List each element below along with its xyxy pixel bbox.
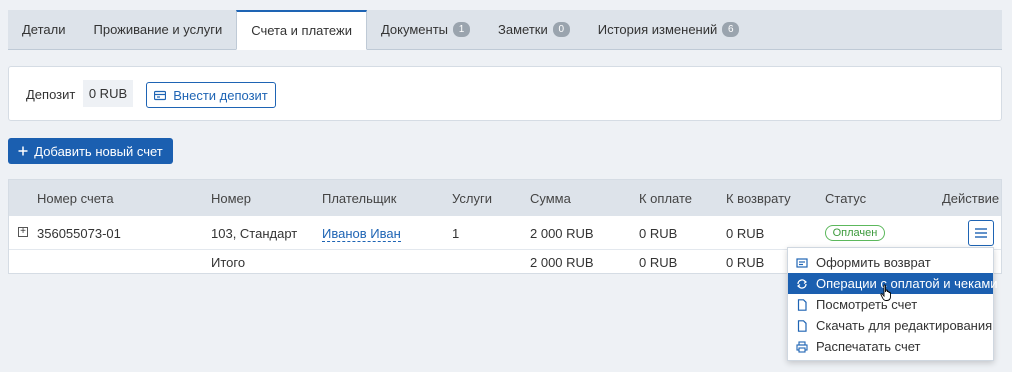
action-menu-button[interactable] [968,220,994,246]
total-label: Итого [211,255,246,270]
tab-history[interactable]: История изменений 6 [584,10,754,49]
wallet-icon [154,90,167,100]
printer-icon [796,340,808,353]
menu-item-label: Скачать для редактирования [816,318,993,333]
document-icon [797,298,807,311]
column-header-to-pay[interactable]: К оплате [639,191,692,206]
deposit-label: Депозит [26,87,76,102]
tab-label: История изменений [597,22,718,37]
tab-label: Документы [380,22,448,37]
tab-details[interactable]: Детали [8,10,80,49]
tab-notes[interactable]: Заметки 0 [484,10,584,49]
invoice-to-refund: 0 RUB [726,226,765,241]
expand-row-icon[interactable]: + [18,227,28,237]
add-invoice-button[interactable]: Добавить новый счет [8,138,173,164]
tab-label: Детали [22,22,66,37]
sync-icon [797,278,807,289]
payer-link[interactable]: Иванов Иван [322,226,401,242]
document-icon [797,319,807,332]
total-sum: 2 000 RUB [530,255,594,270]
total-to-pay: 0 RUB [639,255,678,270]
services-count: 1 [452,226,460,241]
column-header-number[interactable]: Номер счета [37,191,114,206]
menu-item-refund[interactable]: Оформить возврат [788,252,993,273]
column-header-to-refund[interactable]: К возврату [726,191,791,206]
add-invoice-label: Добавить новый счет [34,143,163,159]
deposit-panel: Депозит 0 RUB Внести депозит [8,66,1002,121]
invoice-sum: 2 000 RUB [530,226,594,241]
add-deposit-button[interactable]: Внести депозит [146,82,276,108]
tab-accommodation[interactable]: Проживание и услуги [80,10,237,49]
refund-icon [796,257,808,268]
column-header-room[interactable]: Номер [211,191,251,206]
tab-documents[interactable]: Документы 1 [367,10,484,49]
tab-invoices-payments[interactable]: Счета и платежи [236,10,367,50]
invoice-number: 356055073-01 [37,226,121,241]
tab-label: Заметки [498,22,548,37]
count-badge: 6 [722,22,740,37]
tab-bar: Детали Проживание и услуги Счета и плате… [8,10,1002,50]
count-badge: 1 [453,22,470,37]
column-header-payer[interactable]: Плательщик [322,191,396,206]
column-header-sum[interactable]: Сумма [530,191,571,206]
plus-icon [18,146,28,156]
invoice-to-pay: 0 RUB [639,226,678,241]
column-header-action: Действие [942,191,1000,206]
status-badge: Оплачен [825,225,885,241]
total-to-refund: 0 RUB [726,255,765,270]
tab-label: Счета и платежи [251,23,352,38]
hamburger-icon [975,228,987,238]
menu-item-label: Посмотреть счет [816,297,918,312]
room-number: 103, Стандарт [211,226,298,241]
column-header-services[interactable]: Услуги [452,191,492,206]
menu-item-label: Распечатать счет [816,339,921,354]
menu-item-label: Операции с оплатой и чеками [816,276,998,291]
menu-item-print-invoice[interactable]: Распечатать счет [788,336,993,357]
deposit-value: 0 RUB [83,80,133,107]
count-badge: 0 [552,22,570,37]
hand-cursor-icon [880,284,891,301]
column-header-status[interactable]: Статус [825,191,866,206]
action-dropdown-menu: Оформить возврат Операции с оплатой и че… [787,247,998,361]
menu-item-label: Оформить возврат [816,255,931,270]
add-deposit-label: Внести депозит [173,87,268,103]
menu-item-download-editable[interactable]: Скачать для редактирования [788,315,993,336]
table-header: Номер счета Номер Плательщик Услуги Сумм… [9,180,1001,216]
tab-label: Проживание и услуги [93,22,223,37]
